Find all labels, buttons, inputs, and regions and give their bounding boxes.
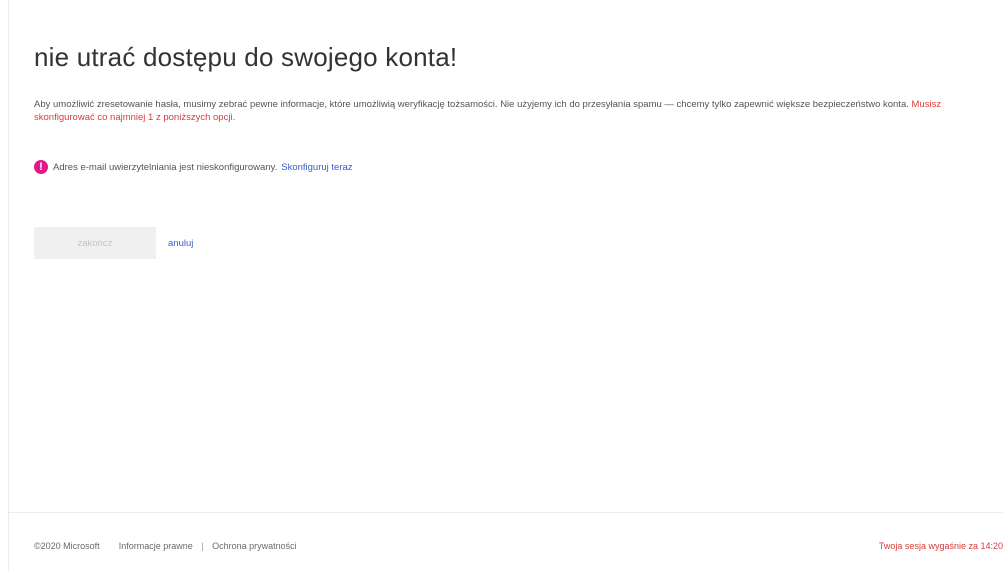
exclamation-icon: ! [34, 160, 48, 174]
action-bar: zakończ anuluj [34, 227, 193, 259]
footer-divider [8, 512, 1003, 513]
page-title: nie utrać dostępu do swojego konta! [34, 42, 458, 72]
footer: ©2020 Microsoft Informacje prawne | Ochr… [34, 541, 1003, 551]
page-left-border [8, 0, 9, 571]
finish-button[interactable]: zakończ [34, 227, 156, 259]
intro-paragraph: Aby umożliwić zresetowanie hasła, musimy… [34, 99, 979, 124]
session-timer: Twoja sesja wygaśnie za 14:20 [878, 541, 1003, 551]
status-text: Adres e-mail uwierzytelniania jest niesk… [53, 161, 278, 173]
auth-email-status: ! Adres e-mail uwierzytelniania jest nie… [34, 160, 353, 174]
copyright-text: ©2020 Microsoft [34, 541, 100, 551]
intro-text: Aby umożliwić zresetowanie hasła, musimy… [34, 99, 909, 110]
privacy-link[interactable]: Ochrona prywatności [212, 541, 297, 551]
cancel-link[interactable]: anuluj [168, 238, 193, 249]
configure-now-link[interactable]: Skonfiguruj teraz [281, 162, 352, 173]
footer-separator: | [201, 541, 204, 551]
legal-link[interactable]: Informacje prawne [119, 541, 193, 551]
